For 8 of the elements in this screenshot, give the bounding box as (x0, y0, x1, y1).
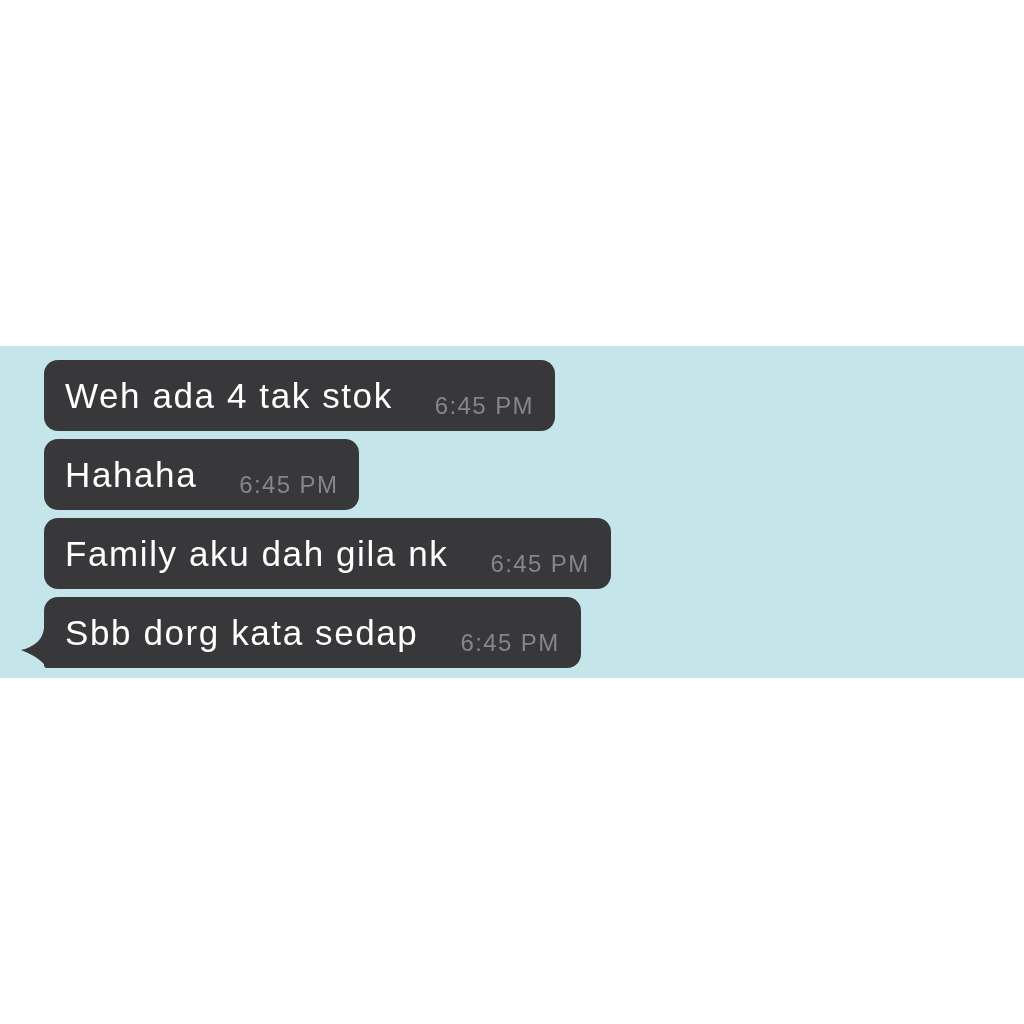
message-text: Sbb dorg kata sedap (65, 612, 419, 653)
message-text: Weh ada 4 tak stok (65, 375, 393, 416)
message-time: 6:45 PM (460, 629, 560, 657)
message-text: Family aku dah gila nk (65, 533, 449, 574)
message-time: 6:45 PM (434, 392, 534, 420)
message-time: 6:45 PM (239, 471, 339, 499)
message-time: 6:45 PM (490, 550, 590, 578)
message-text: Hahaha (65, 454, 198, 495)
